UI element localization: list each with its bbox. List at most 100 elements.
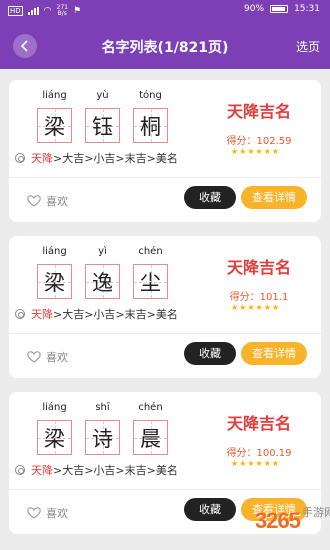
like-button[interactable]: 喜欢 [27,505,68,521]
score-value: 100.19 [256,448,292,459]
score-value: 101.1 [259,292,289,303]
like-label: 喜欢 [46,507,68,520]
star-icon: ★ [247,147,255,156]
view-details-button[interactable]: 查看详情 [241,186,307,209]
pinyin: tóng [139,90,162,101]
divider [9,177,321,178]
view-details-button[interactable]: 查看详情 [241,342,307,365]
clock: 15:31 [294,4,320,14]
char-box: 梁 [37,108,72,143]
watermark-number: 3265 [255,508,301,533]
luck-rest: >大吉>小吉>末吉>美名 [53,152,178,165]
star-icon: ★ [263,147,271,156]
char-box: 钰 [85,108,120,143]
char-column: liáng 梁 [37,89,72,143]
star-icon: ★ [239,459,247,468]
speed-unit: B/s [57,10,67,17]
luck-highlight: 天降 [31,308,53,321]
star-icon: ★ [231,303,239,312]
watermark-text: 手游网 [302,506,330,519]
favorite-button[interactable]: 收藏 [184,186,236,209]
pinyin: liáng [42,90,67,101]
star-icon: ★ [263,303,271,312]
score-value: 102.59 [256,136,292,147]
pinyin: yì [98,246,107,257]
hd-indicator: HD [8,6,23,16]
network-speed: 271 B/s [57,5,68,17]
divider [9,333,321,334]
pinyin: shī [95,402,110,413]
score-label: 得分： [226,448,257,459]
heart-icon [27,195,41,207]
heart-icon [27,351,41,363]
char: 诗 [92,426,113,451]
favorite-button[interactable]: 收藏 [184,342,236,365]
target-icon [15,309,25,319]
star-rating: ★ ★ ★ ★ ★ ★ [231,304,279,312]
pinyin: liáng [42,402,67,413]
pinyin: chén [138,402,163,413]
star-rating: ★ ★ ★ ★ ★ ★ [231,148,279,156]
like-button[interactable]: 喜欢 [27,349,68,365]
char-box: 桐 [133,108,168,143]
wifi-icon: ◠ [43,6,52,16]
name-characters: liáng 梁 shī 诗 chén 晨 [37,401,168,455]
char: 桐 [140,114,161,139]
char-column: yì 逸 [85,245,120,299]
status-bar: HD ◠ 271 B/s ⚑ 90% 15:31 [0,0,330,22]
name-rank-badge: 天降吉名 [226,102,291,121]
name-card: liáng 梁 yì 逸 chén 尘 天降吉名 得分：101.1 ★ ★ ★ ★ ★ ★… [9,236,321,378]
char-column: tóng 桐 [133,89,168,143]
page-title: 名字列表(1/821页) [101,40,229,56]
like-label: 喜欢 [46,351,68,364]
name-characters: liáng 梁 yù 钰 tóng 桐 [37,89,168,143]
name-rank-badge: 天降吉名 [226,258,291,277]
char-box: 诗 [85,420,120,455]
char-box: 逸 [85,264,120,299]
char: 梁 [44,426,65,451]
battery-percent: 90% [244,4,265,14]
star-icon: ★ [255,303,263,312]
score-label: 得分： [229,292,260,303]
like-label: 喜欢 [46,195,68,208]
notification-icon: ⚑ [72,6,82,16]
pinyin: yù [96,90,109,101]
app-header: HD ◠ 271 B/s ⚑ 90% 15:31 名字列表(1/821页) 选页 [0,0,330,69]
star-icon: ★ [271,459,280,468]
score: 得分：100.19 [214,444,304,459]
star-icon: ★ [247,459,255,468]
score-label: 得分： [226,136,257,147]
char: 梁 [44,114,65,139]
star-icon: ★ [239,147,247,156]
star-icon: ★ [247,303,255,312]
char-column: shī 诗 [85,401,120,455]
name-rank-badge: 天降吉名 [226,414,291,433]
score: 得分：102.59 [214,132,304,147]
char-column: chén 晨 [133,401,168,455]
char: 晨 [140,426,161,451]
like-button[interactable]: 喜欢 [27,193,68,209]
target-icon [15,465,25,475]
char: 钰 [92,114,113,139]
luck-path: 天降 >大吉>小吉>末吉>美名 [15,306,178,322]
star-icon: ★ [231,147,239,156]
divider [9,489,321,490]
name-card: liáng 梁 yù 钰 tóng 桐 天降吉名 得分：102.59 ★ ★ ★ ★ ★… [9,80,321,222]
char-column: liáng 梁 [37,401,72,455]
star-rating: ★ ★ ★ ★ ★ ★ [231,460,279,468]
star-icon: ★ [231,459,239,468]
char: 尘 [140,270,161,295]
target-icon [15,153,25,163]
select-page-button[interactable]: 选页 [296,38,320,55]
favorite-button[interactable]: 收藏 [184,498,236,521]
luck-rest: >大吉>小吉>末吉>美名 [53,464,178,477]
signal-icon [27,7,39,15]
char-column: chén 尘 [133,245,168,299]
char-box: 尘 [133,264,168,299]
luck-highlight: 天降 [31,464,53,477]
pinyin: liáng [42,246,67,257]
char-column: yù 钰 [85,89,120,143]
star-icon: ★ [255,147,263,156]
heart-icon [27,507,41,519]
char-box: 梁 [37,264,72,299]
